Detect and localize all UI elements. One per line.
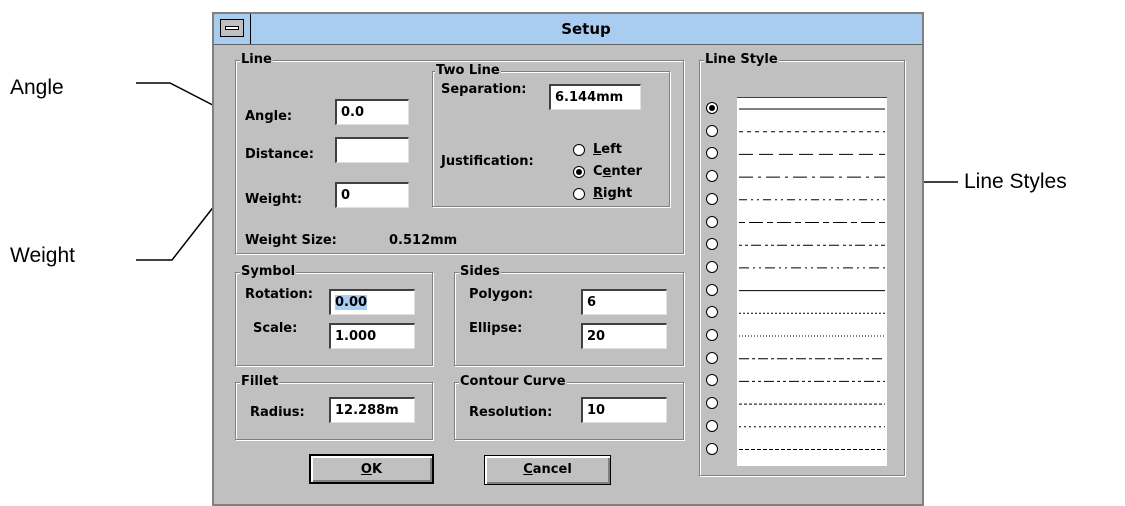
justification-label: Justification: — [441, 154, 534, 169]
scale-label: Scale: — [253, 321, 298, 336]
polygon-input[interactable]: 6 — [581, 289, 667, 315]
rotation-input[interactable]: 0.00 — [329, 289, 415, 315]
radius-label: Radius: — [250, 405, 305, 420]
angle-input[interactable]: 0.0 — [335, 99, 409, 125]
polygon-label: Polygon: — [469, 287, 534, 302]
fillet-group: Fillet Radius: 12.288m — [235, 374, 433, 440]
system-menu-button[interactable] — [220, 19, 244, 37]
line-style-radio-3[interactable] — [706, 170, 718, 183]
title-bar[interactable]: Setup — [214, 14, 922, 45]
line-style-radio-10[interactable] — [706, 329, 718, 341]
distance-input[interactable] — [335, 137, 409, 163]
weight-size-label: Weight Size: — [245, 233, 337, 248]
line-style-radio-4[interactable] — [706, 192, 718, 205]
justification-radio-1[interactable] — [573, 166, 585, 178]
window-title: Setup — [561, 20, 611, 38]
line-style-group-label: Line Style — [704, 52, 779, 68]
setup-dialog: Setup Line Angle: 0.0 Distance: Weight: … — [212, 12, 924, 506]
ok-button[interactable]: OK — [309, 454, 434, 484]
symbol-group: Symbol Rotation: 0.00 Scale: 1.000 — [235, 264, 433, 366]
line-style-previews — [739, 108, 885, 450]
weight-label: Weight: — [245, 192, 303, 207]
two-line-group-label: Two Line — [435, 63, 501, 79]
line-style-radio-1[interactable] — [706, 124, 718, 137]
justification-radio-0[interactable] — [573, 144, 585, 156]
resolution-label: Resolution: — [469, 405, 553, 420]
rotation-label: Rotation: — [245, 287, 313, 302]
line-styles-callout: Line Styles — [964, 170, 1067, 193]
resolution-input[interactable]: 10 — [581, 397, 667, 423]
angle-callout: Angle — [10, 76, 64, 99]
separation-label: Separation: — [441, 82, 527, 97]
line-style-radio-5[interactable] — [706, 215, 718, 228]
line-style-radio-11[interactable] — [706, 351, 718, 364]
line-style-radio-14[interactable] — [706, 419, 718, 432]
justification-option-label-2[interactable]: Right — [593, 186, 632, 201]
angle-label: Angle: — [245, 109, 293, 124]
ellipse-input[interactable]: 20 — [581, 323, 667, 349]
symbol-group-label: Symbol — [240, 264, 297, 280]
radius-input[interactable]: 12.288m — [329, 397, 415, 423]
line-style-radio-15[interactable] — [706, 442, 718, 455]
justification-option-label-0[interactable]: Left — [593, 142, 622, 157]
contour-curve-group-label: Contour Curve — [459, 374, 567, 390]
fillet-group-label: Fillet — [240, 374, 280, 390]
weight-input[interactable]: 0 — [335, 182, 409, 208]
ellipse-label: Ellipse: — [469, 321, 523, 336]
line-style-list[interactable] — [737, 97, 887, 466]
two-line-group: Two Line Separation: 6.144mm Justificati… — [432, 63, 670, 207]
cancel-button-label: ancel — [532, 462, 572, 477]
sides-group-label: Sides — [459, 264, 501, 280]
sides-group: Sides Polygon: 6 Ellipse: 20 — [454, 264, 684, 366]
rotation-value: 0.00 — [335, 295, 368, 310]
line-style-radio-7[interactable] — [706, 260, 718, 273]
cancel-button-mnemonic: C — [523, 462, 533, 477]
weight-size-value: 0.512mm — [389, 233, 458, 248]
line-style-radio-8[interactable] — [706, 283, 718, 296]
distance-label: Distance: — [245, 147, 314, 162]
contour-curve-group: Contour Curve Resolution: 10 — [454, 374, 684, 440]
line-group-label: Line — [240, 52, 273, 68]
ok-button-mnemonic: O — [360, 462, 372, 477]
system-menu-icon — [225, 26, 239, 30]
weight-callout: Weight — [10, 244, 75, 267]
cancel-button[interactable]: Cancel — [484, 455, 611, 485]
line-group: Line Angle: 0.0 Distance: Weight: 0 Weig… — [235, 52, 684, 254]
line-style-radio-13[interactable] — [706, 397, 718, 410]
justification-radio-2[interactable] — [573, 188, 585, 200]
line-style-radio-0[interactable] — [706, 102, 718, 114]
separation-input[interactable]: 6.144mm — [549, 84, 641, 110]
justification-option-label-1[interactable]: Center — [593, 164, 642, 179]
ok-button-label: K — [371, 462, 383, 477]
scale-input[interactable]: 1.000 — [329, 323, 415, 349]
